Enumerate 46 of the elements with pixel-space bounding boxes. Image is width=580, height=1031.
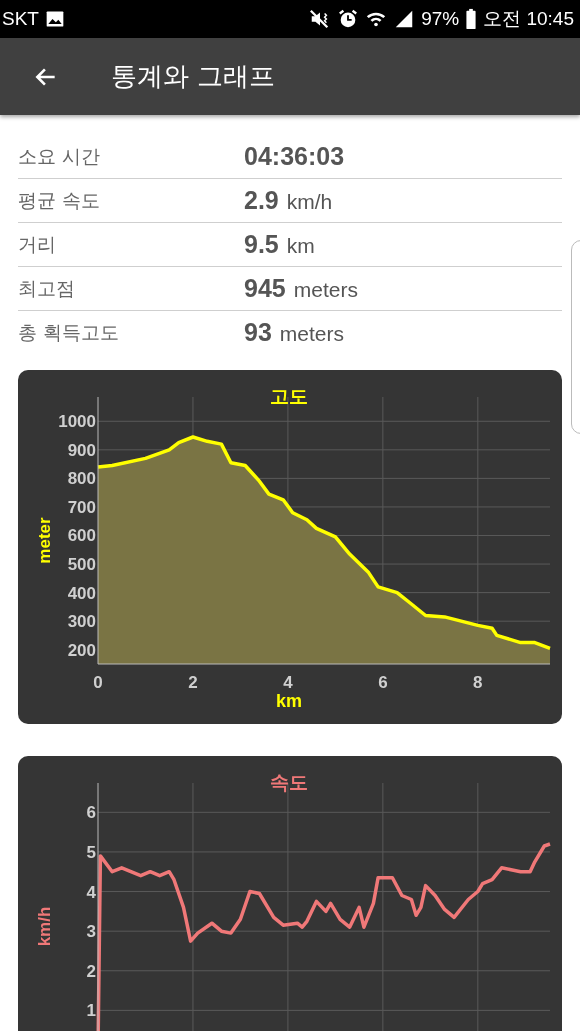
alarm-icon [337, 8, 360, 30]
stat-label: 총 획득고도 [18, 319, 121, 345]
y-tick-label: 6 [86, 803, 96, 823]
x-tick-label: 2 [188, 673, 198, 692]
x-tick-label: 4 [283, 673, 293, 692]
y-tick-label: 400 [67, 583, 96, 603]
y-tick-label: 500 [67, 555, 96, 575]
y-tick-label: 700 [67, 497, 96, 517]
stat-unit: meters [279, 322, 344, 346]
battery-percent: 97% [421, 8, 460, 30]
stat-label: 최고점 [18, 275, 76, 301]
stat-label: 소요 시간 [18, 143, 102, 169]
y-tick-label: 900 [67, 440, 96, 460]
y-tick-label: 2 [86, 961, 96, 981]
battery-icon [465, 8, 478, 30]
stat-label: 평균 속도 [18, 187, 102, 213]
x-tick-label: 0 [93, 673, 103, 692]
stat-label: 거리 [18, 231, 57, 257]
image-icon [44, 9, 65, 29]
chart-title: 고도 [270, 385, 308, 407]
y-tick-label: 5 [86, 842, 96, 862]
y-tick-label: 3 [86, 922, 96, 942]
y-axis-label: meter [35, 517, 54, 564]
stat-value: 945 [244, 274, 286, 303]
y-tick-label: 200 [67, 640, 96, 660]
stat-value: 93 [244, 318, 272, 347]
y-tick-label: 1 [86, 1001, 96, 1021]
screen-title: 통계와 그래프 [111, 60, 276, 93]
x-tick-label: 8 [473, 673, 483, 692]
stat-unit: km/h [286, 190, 333, 214]
y-tick-label: 4 [86, 882, 96, 902]
y-tick-label: 600 [67, 526, 96, 546]
y-axis-label: km/h [35, 906, 54, 947]
y-tick-label: 800 [67, 469, 96, 489]
stat-value: 04:36:03 [244, 142, 345, 171]
x-tick-label: 6 [378, 673, 388, 692]
clock-time: 오전 10:45 [483, 7, 574, 31]
carrier-name: SKT [2, 8, 39, 30]
y-tick-label: 300 [67, 612, 96, 632]
x-axis-label: km [276, 691, 302, 711]
stat-value: 9.5 [244, 230, 279, 259]
stat-value: 2.9 [244, 186, 279, 215]
stat-unit: meters [293, 278, 358, 302]
chart-title: 속도 [270, 771, 308, 793]
stat-unit: km [286, 234, 315, 258]
y-tick-label: 1000 [58, 412, 96, 432]
